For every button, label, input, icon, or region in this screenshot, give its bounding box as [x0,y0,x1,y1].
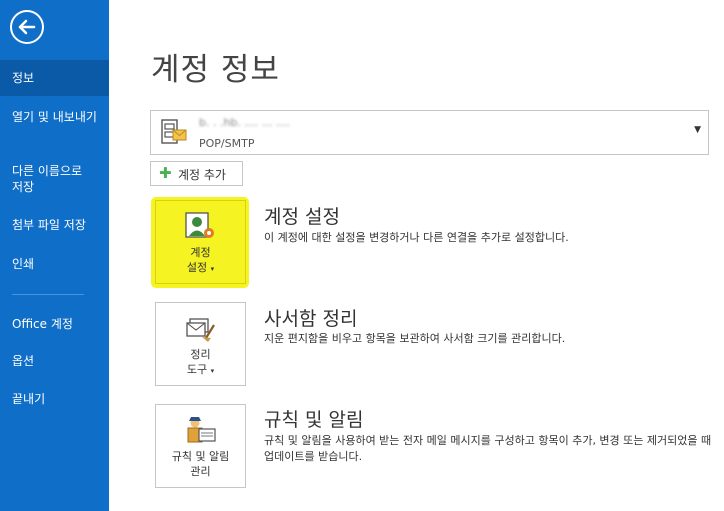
account-settings-button[interactable]: 계정 설정 ▾ [155,200,246,284]
back-arrow-icon[interactable] [9,9,45,45]
cleanup-tools-label-2: 도구 ▾ [186,363,215,376]
account-settings-label-1: 계정 [190,246,211,259]
plus-icon: ✚ [159,164,172,182]
chevron-down-icon[interactable]: ▼ [694,125,701,135]
account-settings-label-2: 설정 ▾ [186,261,215,274]
add-account-button[interactable]: ✚ 계정 추가 [150,161,243,186]
sidebar-item-save-attachments[interactable]: 첨부 파일 저장 [0,217,109,233]
sidebar-item-exit[interactable]: 끝내기 [0,391,109,407]
sidebar-item-office-account[interactable]: Office 계정 [0,316,109,332]
sidebar-item-open-export[interactable]: 열기 및 내보내기 [0,109,109,125]
cleanup-tools-button[interactable]: 정리 도구 ▾ [155,302,246,386]
section-desc-mailbox-cleanup: 지운 편지함을 비우고 항목을 보관하여 사서함 크기를 관리합니다. [264,332,566,345]
mail-account-icon [160,118,188,146]
section-title-account-settings: 계정 설정 [264,206,340,228]
add-account-label: 계정 추가 [178,168,226,182]
rules-alerts-icon [184,413,218,447]
section-title-rules-alerts: 규칙 및 알림 [264,409,364,431]
cleanup-tools-label-1: 정리 [190,348,211,361]
sidebar-item-print[interactable]: 인쇄 [0,256,109,272]
account-type: POP/SMTP [199,137,255,150]
account-email: b. . .hb. .... ... .... [199,116,290,129]
sidebar-item-info[interactable]: 정보 [0,60,109,96]
rules-alerts-label-1: 규칙 및 알림 [171,450,230,463]
sidebar-divider [12,294,84,295]
sidebar-item-save-as[interactable]: 다른 이름으로 저장 [0,163,104,195]
cleanup-tools-icon [184,311,218,345]
account-selector[interactable]: b. . .hb. .... ... .... POP/SMTP ▼ [150,110,709,155]
section-desc-rules-alerts: 규칙 및 알림을 사용하여 받는 전자 메일 메시지를 구성하고 항목이 추가,… [264,434,712,463]
sidebar-item-options[interactable]: 옵션 [0,353,109,369]
section-desc-account-settings: 이 계정에 대한 설정을 변경하거나 다른 연결을 추가로 설정합니다. [264,231,569,244]
backstage-sidebar: 정보 열기 및 내보내기 다른 이름으로 저장 첨부 파일 저장 인쇄 Offi… [0,0,109,511]
rules-alerts-button[interactable]: 규칙 및 알림 관리 [155,404,246,488]
page-title: 계정 정보 [151,52,280,88]
rules-alerts-label-2: 관리 [190,465,211,478]
section-title-mailbox-cleanup: 사서함 정리 [264,308,358,330]
account-settings-icon [184,209,218,243]
